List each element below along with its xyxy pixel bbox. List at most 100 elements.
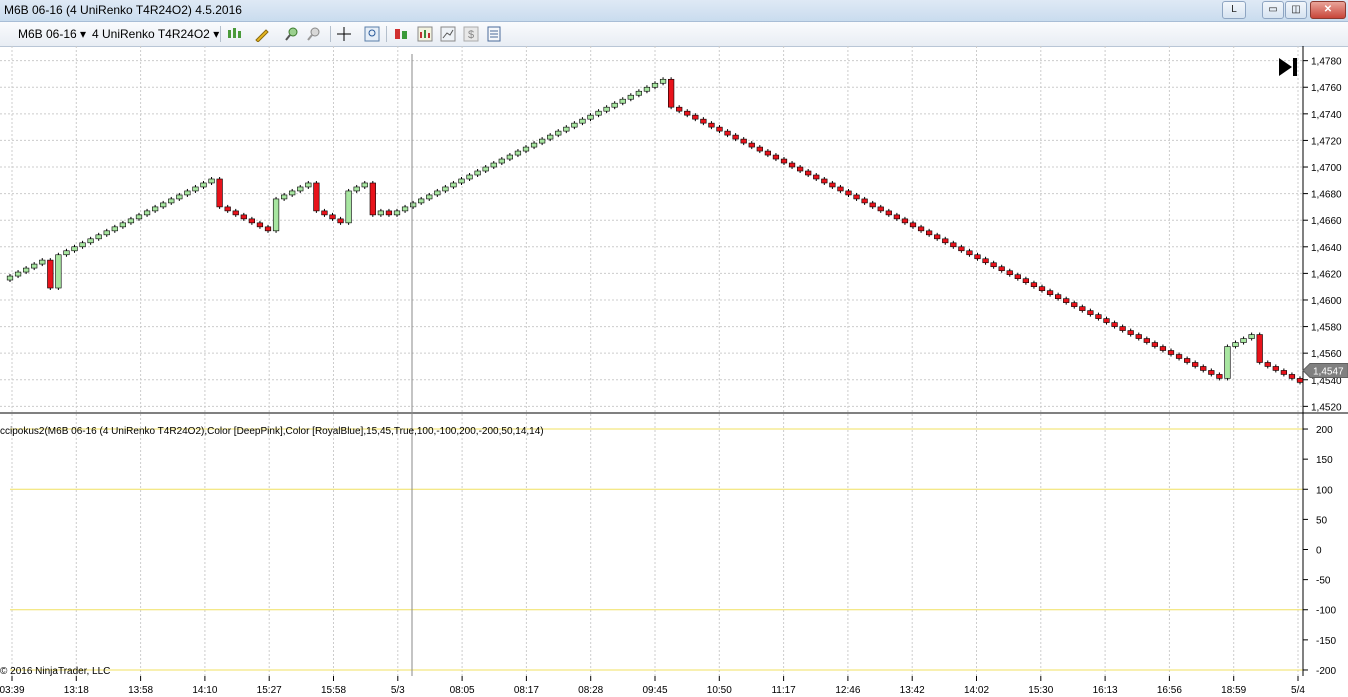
candle-down: [1184, 358, 1191, 363]
candle-up: [514, 150, 522, 156]
time-tick-label: 13:42: [900, 685, 925, 696]
candle-up: [426, 194, 433, 200]
dollar-icon[interactable]: $: [463, 26, 479, 42]
bar-style-icon[interactable]: [226, 26, 242, 42]
candle-up: [1240, 338, 1247, 343]
candle-up: [474, 170, 481, 176]
candle-down: [1071, 302, 1078, 307]
candle-down: [716, 126, 723, 132]
candle-down: [877, 206, 884, 212]
candle-down: [982, 258, 989, 264]
candle-up: [579, 118, 586, 124]
candle-down: [1208, 370, 1215, 375]
candle-down: [1079, 306, 1086, 311]
candle-down: [329, 214, 336, 220]
candle-up: [87, 238, 94, 244]
candle-down: [885, 210, 892, 216]
link-button[interactable]: L: [1222, 1, 1246, 19]
time-tick-label: 08:28: [578, 685, 603, 696]
candle-down: [700, 118, 707, 124]
price-tick-label: 1,4760: [1311, 83, 1342, 94]
candle-down: [1159, 346, 1167, 351]
candle-down: [764, 150, 771, 156]
maximize-icon[interactable]: ◫: [1285, 1, 1307, 19]
candle-up: [297, 186, 304, 192]
candle-down: [1103, 318, 1110, 323]
indicator-tick-label: -200: [1316, 666, 1336, 677]
candle-down: [1200, 366, 1207, 371]
indicator-tick-label: 150: [1316, 455, 1333, 466]
candle-down: [1119, 326, 1126, 331]
price-tick-label: 1,4620: [1311, 269, 1342, 280]
time-tick-label: 08:17: [514, 685, 539, 696]
candle-down: [917, 226, 925, 232]
candle-up: [192, 186, 199, 192]
indicator-tick-label: 200: [1316, 425, 1333, 436]
candle-up: [401, 206, 409, 212]
candle-up: [103, 230, 110, 236]
candle-down: [240, 214, 247, 220]
drawing-tool-icon[interactable]: [254, 26, 270, 43]
instrument-selector[interactable]: M6B 06-16 ▾: [18, 27, 86, 41]
data-box-icon[interactable]: [486, 26, 502, 42]
candle-down: [692, 114, 699, 120]
candle-down: [1151, 342, 1158, 347]
time-tick-label: 13:58: [128, 685, 153, 696]
zoom-out-icon[interactable]: [306, 26, 322, 42]
indicator-tick-label: 100: [1316, 485, 1333, 496]
zoom-in-icon[interactable]: [284, 26, 300, 42]
candle-up: [547, 134, 554, 140]
price-tick-label: 1,4560: [1311, 349, 1342, 360]
candle-down: [1167, 350, 1175, 355]
candle-up: [571, 122, 578, 128]
crosshair-icon[interactable]: [336, 26, 352, 42]
candle-up: [127, 218, 135, 224]
time-tick-label: 03:39: [0, 685, 25, 696]
search-chart-icon[interactable]: [364, 26, 380, 42]
time-tick-label: 11:17: [771, 685, 796, 696]
candle-up: [603, 106, 610, 112]
candle-down: [821, 178, 828, 184]
indicators-icon[interactable]: [417, 26, 433, 42]
window-titlebar: M6B 06-16 (4 UniRenko T4R24O2) 4.5.2016 …: [0, 0, 1348, 22]
time-tick-label: 5/3: [391, 685, 405, 696]
candle-up: [587, 114, 594, 120]
candle-down: [1055, 294, 1062, 299]
toolbar-divider: [330, 26, 331, 42]
candle-down: [797, 166, 804, 172]
chevron-down-icon: ▾: [80, 27, 87, 41]
candle-up: [39, 259, 46, 265]
price-chart[interactable]: 1,4780 1,4760 1,4740 1,4720 1,4700 1,4680 1,46…: [0, 46, 1348, 697]
price-tick-label: 1,4660: [1311, 216, 1342, 227]
candle-up: [305, 182, 312, 188]
candle-up: [539, 138, 546, 144]
candle-up: [506, 154, 513, 160]
candle-down: [676, 106, 683, 112]
candle-up: [200, 182, 207, 188]
period-selector[interactable]: 4 UniRenko T4R24O2 ▾: [92, 27, 219, 41]
time-tick-label: 12:46: [835, 685, 860, 696]
price-axis: 1,4780 1,4760 1,4740 1,4720 1,4700 1,4680 1,46…: [1303, 57, 1342, 413]
minimize-icon[interactable]: ▭: [1262, 1, 1284, 19]
candle-up: [345, 190, 352, 224]
candle-up: [119, 222, 126, 228]
candle-up: [23, 267, 30, 273]
indicator-tick-label: -150: [1316, 636, 1336, 647]
chart-properties-icon[interactable]: [440, 26, 456, 42]
time-tick-label: 18:59: [1221, 685, 1246, 696]
candle-up: [31, 263, 38, 269]
candle-up: [1248, 334, 1255, 339]
close-icon[interactable]: ✕: [1310, 1, 1346, 19]
candle-down: [901, 218, 909, 224]
candle-down: [788, 162, 796, 168]
candle-up: [55, 254, 62, 289]
candle-up: [611, 102, 618, 108]
time-tick-label: 16:56: [1157, 685, 1182, 696]
strategy-icon[interactable]: [393, 26, 409, 42]
price-tick-label: 1,4600: [1311, 296, 1342, 307]
candle-down: [1216, 374, 1223, 379]
candle-down: [934, 234, 941, 240]
candle-down: [708, 122, 715, 128]
candle-up: [6, 275, 14, 281]
candle-down: [313, 182, 320, 212]
